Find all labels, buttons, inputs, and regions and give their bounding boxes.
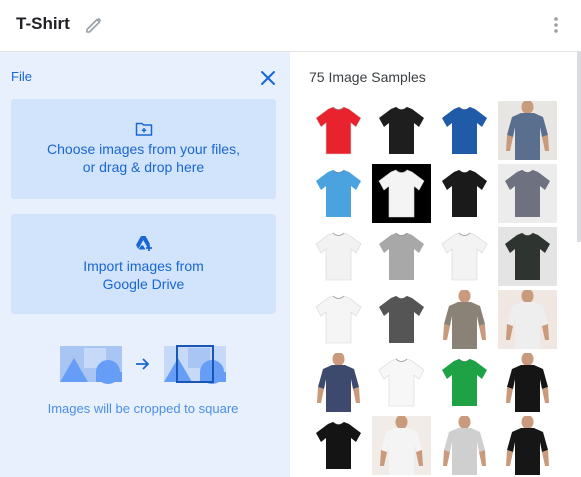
image-sample-thumbnail[interactable] bbox=[372, 101, 431, 160]
samples-count-title: 75 Image Samples bbox=[309, 69, 426, 85]
image-sample-thumbnail[interactable] bbox=[372, 164, 431, 223]
image-sample-thumbnail[interactable] bbox=[498, 290, 557, 349]
tshirt-image bbox=[498, 164, 557, 223]
choose-files-label-line1: Choose images from your files, bbox=[47, 141, 240, 157]
image-sample-thumbnail[interactable] bbox=[309, 353, 368, 412]
google-drive-add-icon bbox=[135, 236, 152, 251]
tshirt-image bbox=[372, 353, 431, 412]
tshirt-image bbox=[498, 227, 557, 286]
tshirt-image bbox=[309, 353, 368, 412]
tshirt-image bbox=[435, 164, 494, 223]
close-upload-panel-button[interactable] bbox=[259, 69, 277, 87]
tshirt-image bbox=[309, 101, 368, 160]
tshirt-image bbox=[309, 164, 368, 223]
image-sample-thumbnail[interactable] bbox=[309, 290, 368, 349]
image-sample-thumbnail[interactable] bbox=[435, 353, 494, 412]
image-sample-thumbnail[interactable] bbox=[372, 290, 431, 349]
file-section-label: File bbox=[11, 69, 32, 84]
image-sample-thumbnail[interactable] bbox=[498, 164, 557, 223]
tshirt-image bbox=[435, 416, 494, 475]
tshirt-image bbox=[435, 227, 494, 286]
image-sample-thumbnail[interactable] bbox=[372, 353, 431, 412]
image-sample-thumbnail[interactable] bbox=[435, 416, 494, 475]
image-sample-thumbnail[interactable] bbox=[498, 227, 557, 286]
image-samples-grid bbox=[309, 101, 559, 477]
tshirt-image bbox=[498, 101, 557, 160]
tshirt-image bbox=[372, 101, 431, 160]
image-sample-thumbnail[interactable] bbox=[372, 416, 431, 475]
image-sample-thumbnail[interactable] bbox=[309, 227, 368, 286]
tshirt-image bbox=[372, 164, 431, 223]
image-sample-thumbnail[interactable] bbox=[372, 227, 431, 286]
tshirt-image bbox=[309, 290, 368, 349]
class-title: T-Shirt bbox=[16, 14, 70, 33]
image-sample-thumbnail[interactable] bbox=[309, 416, 368, 475]
samples-scrollbar[interactable] bbox=[577, 52, 581, 242]
image-sample-thumbnail[interactable] bbox=[309, 101, 368, 160]
arrow-right-icon bbox=[136, 358, 150, 370]
image-sample-thumbnail[interactable] bbox=[435, 164, 494, 223]
image-sample-thumbnail[interactable] bbox=[435, 290, 494, 349]
more-options-button[interactable] bbox=[546, 14, 566, 36]
image-sample-thumbnail[interactable] bbox=[309, 164, 368, 223]
crop-illustration bbox=[60, 345, 226, 384]
cropped-image-illustration bbox=[164, 345, 226, 384]
image-sample-thumbnail[interactable] bbox=[498, 416, 557, 475]
image-sample-thumbnail[interactable] bbox=[435, 227, 494, 286]
edit-title-button[interactable] bbox=[83, 13, 105, 35]
import-drive-button[interactable]: Import images from Google Drive bbox=[11, 214, 276, 314]
tshirt-image bbox=[435, 353, 494, 412]
tshirt-image bbox=[498, 353, 557, 412]
close-icon bbox=[261, 71, 275, 85]
tshirt-image bbox=[309, 416, 368, 475]
pencil-icon bbox=[86, 17, 102, 33]
tshirt-image bbox=[372, 227, 431, 286]
tshirt-image bbox=[498, 290, 557, 349]
original-image-illustration bbox=[60, 346, 122, 384]
add-folder-icon bbox=[135, 122, 152, 136]
image-sample-thumbnail[interactable] bbox=[498, 353, 557, 412]
tshirt-image bbox=[435, 101, 494, 160]
choose-files-button[interactable]: Choose images from your files, or drag &… bbox=[11, 99, 276, 199]
import-drive-label-line2: Google Drive bbox=[102, 276, 185, 292]
tshirt-image bbox=[372, 416, 431, 475]
more-vert-icon bbox=[554, 17, 558, 33]
choose-files-label-line2: or drag & drop here bbox=[82, 159, 205, 175]
import-drive-label: Import images from Google Drive bbox=[11, 257, 276, 293]
import-drive-label-line1: Import images from bbox=[83, 258, 204, 274]
upload-panel: File Choose images from your files, or d… bbox=[0, 52, 290, 477]
image-sample-thumbnail[interactable] bbox=[498, 101, 557, 160]
crop-hint-text: Images will be cropped to square bbox=[47, 401, 239, 416]
tshirt-image bbox=[498, 416, 557, 475]
image-sample-thumbnail[interactable] bbox=[435, 101, 494, 160]
choose-files-label: Choose images from your files, or drag &… bbox=[11, 140, 276, 176]
tshirt-image bbox=[309, 227, 368, 286]
tshirt-image bbox=[435, 290, 494, 349]
app-header: T-Shirt bbox=[0, 0, 581, 52]
tshirt-image bbox=[372, 290, 431, 349]
